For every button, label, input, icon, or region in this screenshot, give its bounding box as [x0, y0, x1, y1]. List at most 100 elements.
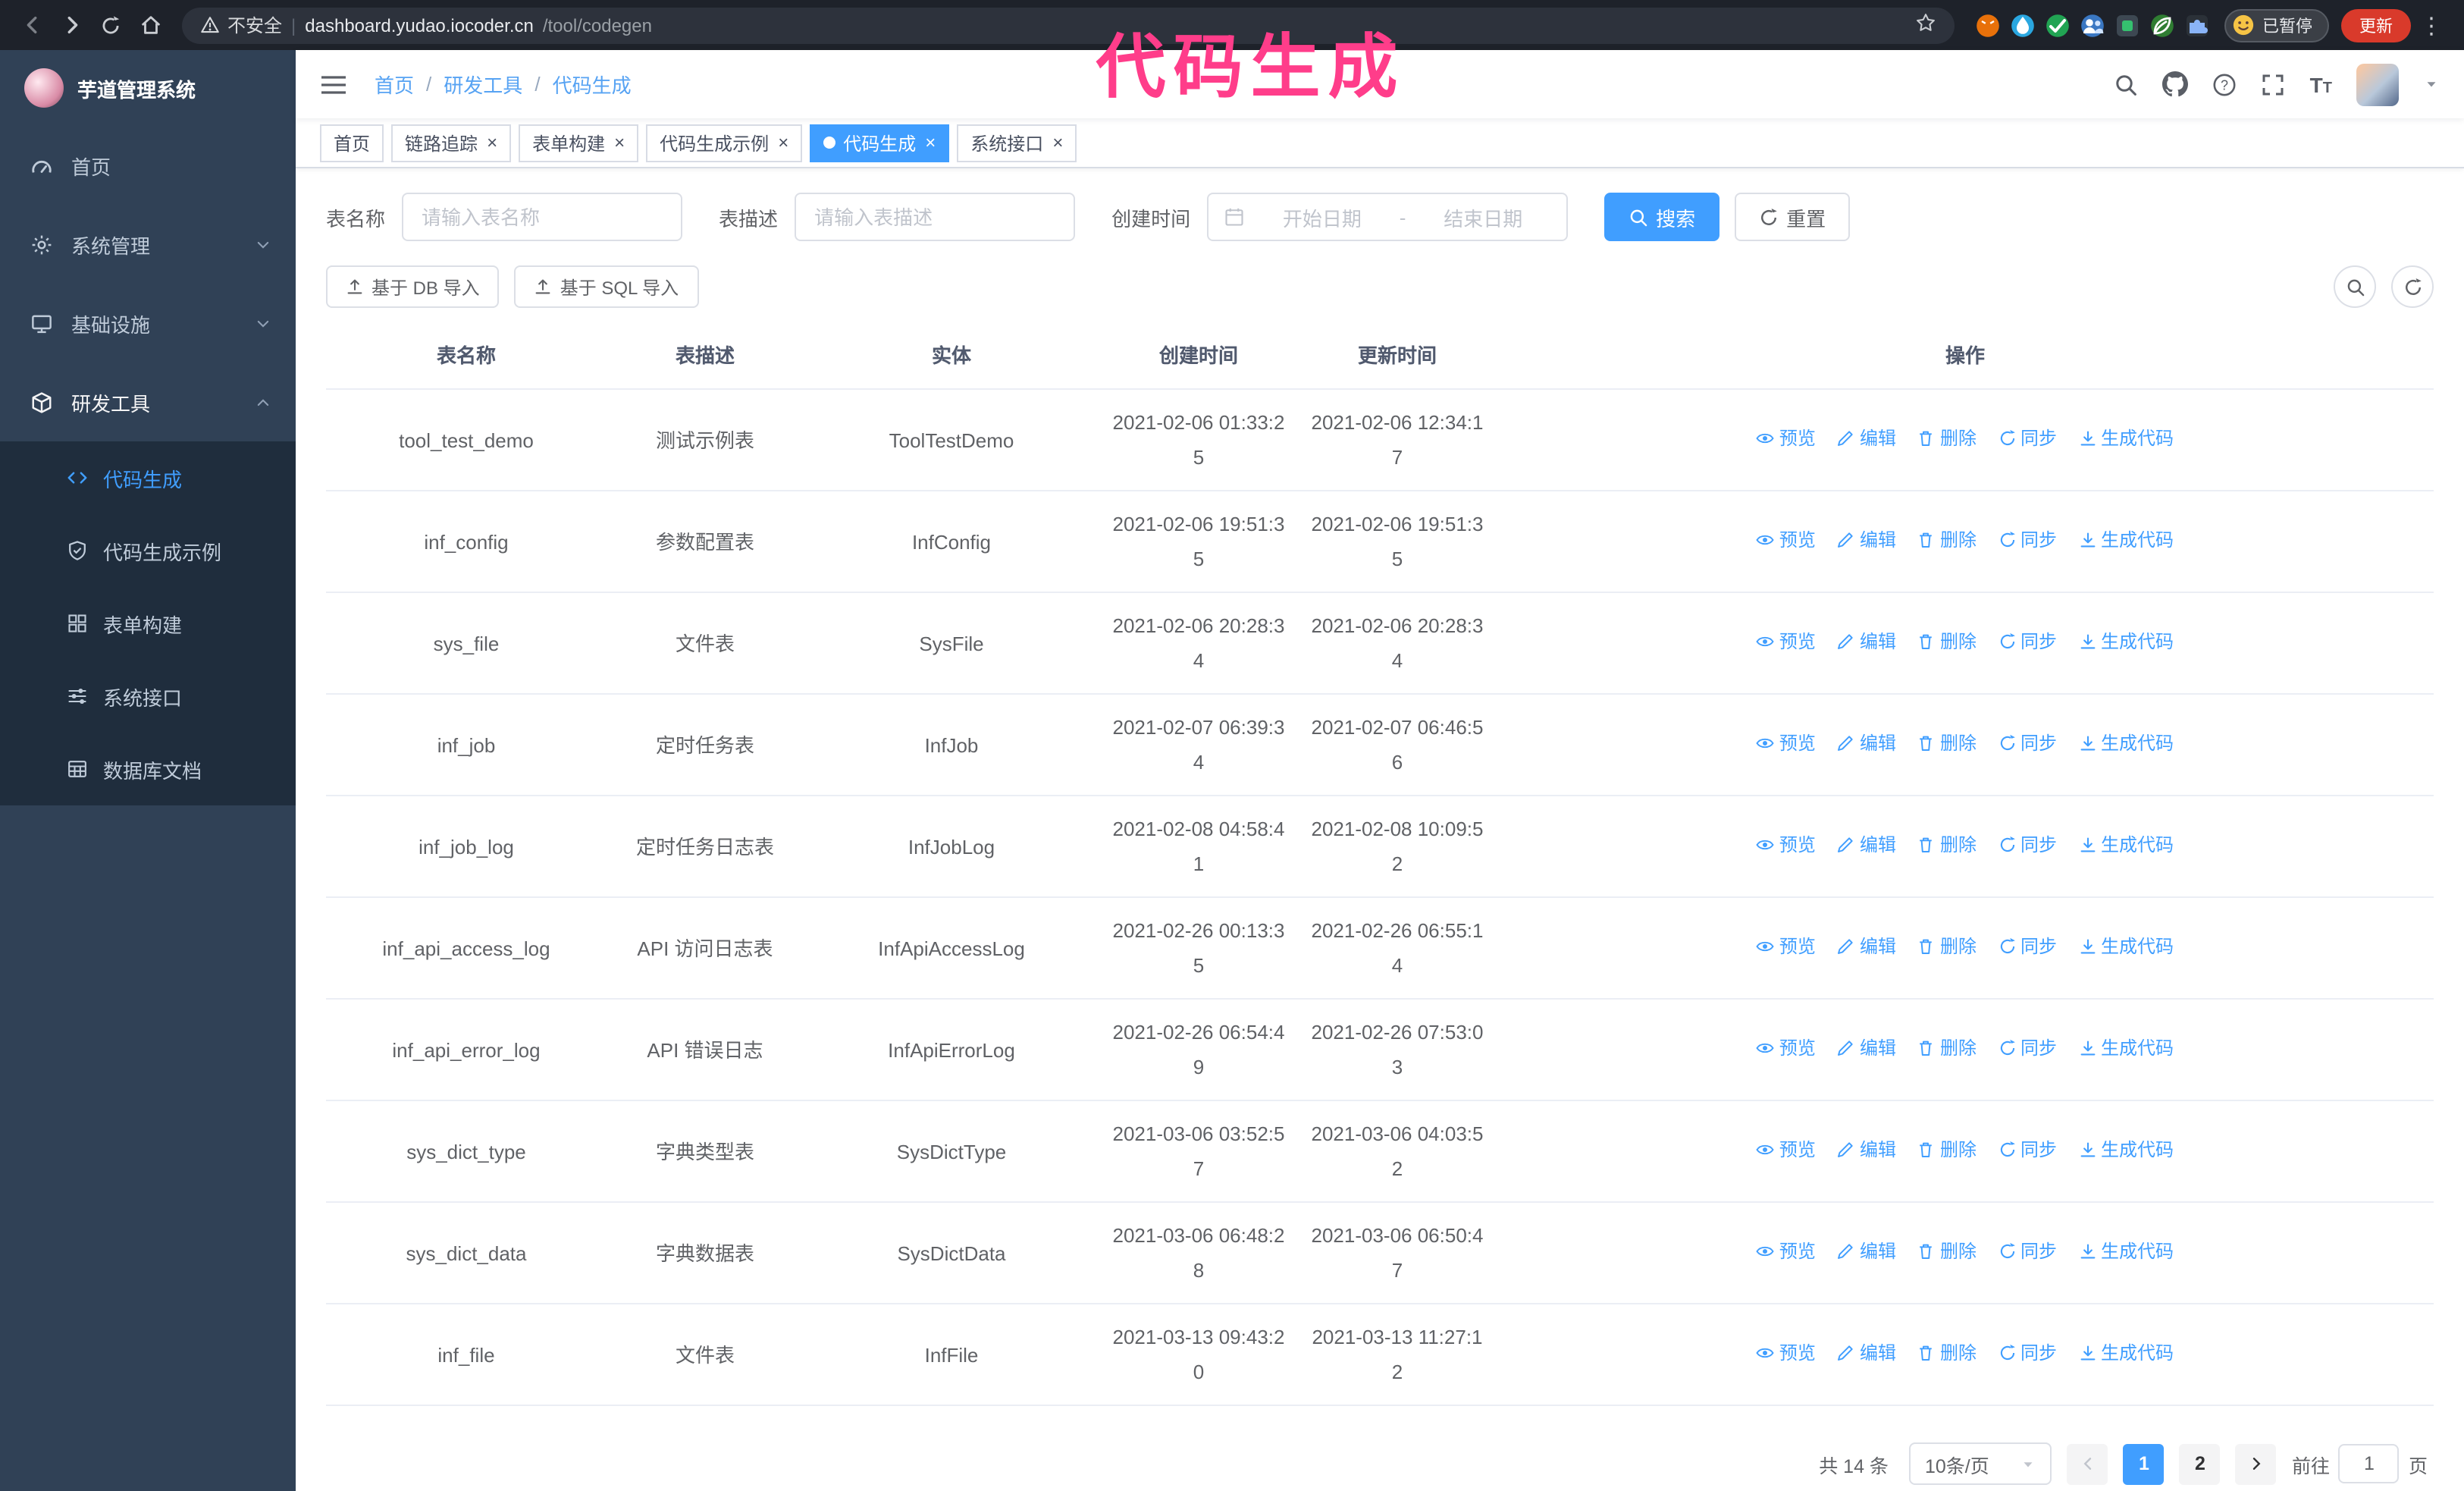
refresh-table-button[interactable]: [2391, 265, 2434, 308]
toggle-search-button[interactable]: [2334, 265, 2376, 308]
sidebar-item-system[interactable]: 系统管理: [0, 205, 296, 284]
edit-link[interactable]: 编辑: [1837, 422, 1896, 457]
sidebar-item-infra[interactable]: 基础设施: [0, 284, 296, 363]
generate-link[interactable]: 生成代码: [2078, 1133, 2174, 1168]
github-icon[interactable]: [2163, 71, 2189, 97]
paused-badge[interactable]: 已暂停: [2224, 8, 2329, 42]
import-db-button[interactable]: 基于 DB 导入: [326, 265, 500, 308]
generate-link[interactable]: 生成代码: [2078, 1336, 2174, 1371]
extension-icon-screener[interactable]: [2115, 13, 2140, 37]
sync-link[interactable]: 同步: [1998, 523, 2057, 558]
tab-api[interactable]: 系统接口 ×: [957, 124, 1077, 162]
sync-link[interactable]: 同步: [1998, 828, 2057, 863]
sync-link[interactable]: 同步: [1998, 1235, 2057, 1270]
generate-link[interactable]: 生成代码: [2078, 422, 2174, 457]
reset-button[interactable]: 重置: [1735, 193, 1851, 241]
help-icon[interactable]: [2213, 72, 2237, 96]
sync-link[interactable]: 同步: [1998, 930, 2057, 965]
avatar-caret-icon[interactable]: [2423, 76, 2440, 93]
preview-link[interactable]: 预览: [1757, 422, 1816, 457]
generate-link[interactable]: 生成代码: [2078, 828, 2174, 863]
sync-link[interactable]: 同步: [1998, 727, 2057, 761]
tab-tracing[interactable]: 链路追踪 ×: [391, 124, 512, 162]
edit-link[interactable]: 编辑: [1837, 930, 1896, 965]
sidebar-item-devtools[interactable]: 研发工具: [0, 363, 296, 441]
browser-forward-button[interactable]: [52, 5, 91, 45]
generate-link[interactable]: 生成代码: [2078, 1031, 2174, 1066]
extension-icon-check[interactable]: [2045, 13, 2070, 37]
close-icon[interactable]: ×: [614, 133, 625, 152]
app-logo[interactable]: 芋道管理系统: [0, 50, 296, 126]
generate-link[interactable]: 生成代码: [2078, 625, 2174, 660]
search-button[interactable]: 搜索: [1604, 193, 1720, 241]
browser-menu-icon[interactable]: ⋮: [2411, 11, 2452, 39]
preview-link[interactable]: 预览: [1757, 1336, 1816, 1371]
page-2-button[interactable]: 2: [2179, 1443, 2221, 1484]
tab-codegen[interactable]: 代码生成 ×: [810, 124, 950, 162]
edit-link[interactable]: 编辑: [1837, 1336, 1896, 1371]
page-size-select[interactable]: 10条/页: [1909, 1442, 2052, 1485]
close-icon[interactable]: ×: [925, 133, 936, 152]
extension-icon-puzzle[interactable]: [2185, 13, 2209, 37]
sidebar-item-codegen-example[interactable]: 代码生成示例: [0, 514, 296, 587]
prev-page-button[interactable]: [2067, 1443, 2108, 1484]
extension-icon-fox[interactable]: [1976, 13, 2000, 37]
delete-link[interactable]: 删除: [1917, 828, 1977, 863]
preview-link[interactable]: 预览: [1757, 930, 1816, 965]
sidebar-item-api[interactable]: 系统接口: [0, 660, 296, 733]
generate-link[interactable]: 生成代码: [2078, 1235, 2174, 1270]
import-sql-button[interactable]: 基于 SQL 导入: [514, 265, 699, 308]
sidebar-item-db-doc[interactable]: 数据库文档: [0, 733, 296, 805]
delete-link[interactable]: 删除: [1917, 1336, 1977, 1371]
delete-link[interactable]: 删除: [1917, 523, 1977, 558]
fullscreen-icon[interactable]: [2262, 72, 2286, 96]
delete-link[interactable]: 删除: [1917, 1031, 1977, 1066]
delete-link[interactable]: 删除: [1917, 422, 1977, 457]
sync-link[interactable]: 同步: [1998, 625, 2057, 660]
close-icon[interactable]: ×: [487, 133, 497, 152]
delete-link[interactable]: 删除: [1917, 625, 1977, 660]
chrome-update-button[interactable]: 更新: [2341, 8, 2411, 42]
generate-link[interactable]: 生成代码: [2078, 523, 2174, 558]
preview-link[interactable]: 预览: [1757, 1133, 1816, 1168]
delete-link[interactable]: 删除: [1917, 727, 1977, 761]
delete-link[interactable]: 删除: [1917, 930, 1977, 965]
preview-link[interactable]: 预览: [1757, 727, 1816, 761]
close-icon[interactable]: ×: [1052, 133, 1063, 152]
table-desc-input[interactable]: [795, 193, 1076, 241]
sync-link[interactable]: 同步: [1998, 1031, 2057, 1066]
sync-link[interactable]: 同步: [1998, 422, 2057, 457]
edit-link[interactable]: 编辑: [1837, 828, 1896, 863]
preview-link[interactable]: 预览: [1757, 523, 1816, 558]
date-range-picker[interactable]: 开始日期 - 结束日期: [1207, 193, 1569, 241]
sidebar-item-codegen[interactable]: 代码生成: [0, 441, 296, 514]
preview-link[interactable]: 预览: [1757, 1235, 1816, 1270]
edit-link[interactable]: 编辑: [1837, 1031, 1896, 1066]
edit-link[interactable]: 编辑: [1837, 625, 1896, 660]
extension-icon-drop[interactable]: [2011, 13, 2035, 37]
edit-link[interactable]: 编辑: [1837, 1235, 1896, 1270]
next-page-button[interactable]: [2235, 1443, 2277, 1484]
preview-link[interactable]: 预览: [1757, 828, 1816, 863]
preview-link[interactable]: 预览: [1757, 1031, 1816, 1066]
user-avatar[interactable]: [2356, 63, 2399, 105]
edit-link[interactable]: 编辑: [1837, 523, 1896, 558]
edit-link[interactable]: 编辑: [1837, 1133, 1896, 1168]
delete-link[interactable]: 删除: [1917, 1133, 1977, 1168]
sidebar-item-form-builder[interactable]: 表单构建: [0, 587, 296, 660]
header-search-icon[interactable]: [2114, 72, 2139, 96]
breadcrumb-devtools[interactable]: 研发工具: [444, 70, 522, 99]
breadcrumb-home[interactable]: 首页: [375, 70, 414, 99]
sync-link[interactable]: 同步: [1998, 1133, 2057, 1168]
page-1-button[interactable]: 1: [2123, 1443, 2165, 1484]
tab-codegen-example[interactable]: 代码生成示例 ×: [646, 124, 803, 162]
extension-icon-people[interactable]: [2080, 13, 2105, 37]
bookmark-star-icon[interactable]: [1915, 12, 1936, 38]
extension-icon-leaf[interactable]: [2150, 13, 2174, 37]
close-icon[interactable]: ×: [778, 133, 788, 152]
sidebar-item-home[interactable]: 首页: [0, 126, 296, 205]
font-size-icon[interactable]: TT: [2310, 72, 2332, 96]
generate-link[interactable]: 生成代码: [2078, 930, 2174, 965]
table-name-input[interactable]: [402, 193, 683, 241]
sync-link[interactable]: 同步: [1998, 1336, 2057, 1371]
